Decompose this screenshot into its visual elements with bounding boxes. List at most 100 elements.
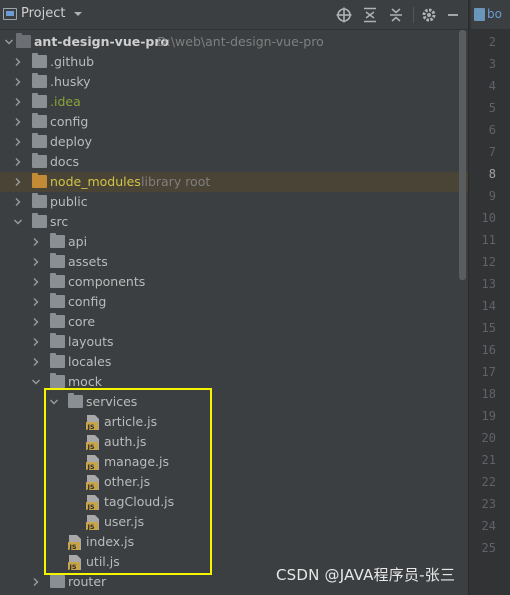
collapse-all-icon[interactable] [387, 6, 405, 24]
chevron-right-icon[interactable] [31, 337, 41, 347]
gear-icon[interactable] [420, 6, 438, 24]
tree-row-idea[interactable]: .idea [0, 92, 468, 112]
project-root-path: D:\web\ant-design-vue-pro [157, 34, 324, 49]
tree-row-core[interactable]: core [0, 312, 468, 332]
folder-icon [16, 33, 31, 48]
tree-item-label: router [68, 574, 107, 589]
chevron-right-icon[interactable] [31, 357, 41, 367]
line-number: 9 [488, 189, 496, 203]
chevron-right-icon[interactable] [13, 157, 23, 167]
line-number: 8 [488, 167, 496, 181]
tree-row-locales[interactable]: locales [0, 352, 468, 372]
tree-scrollbar[interactable] [459, 30, 466, 595]
tree-item-label: config [68, 294, 107, 309]
folder-icon [32, 53, 47, 68]
tree-item-label: src [50, 214, 69, 229]
tree-item-label: deploy [50, 134, 93, 149]
chevron-right-icon[interactable] [31, 257, 41, 267]
tree-row-layouts[interactable]: layouts [0, 332, 468, 352]
tree-row-husky[interactable]: .husky [0, 72, 468, 92]
tree-item-label: assets [68, 254, 108, 269]
tree-row-api[interactable]: api [0, 232, 468, 252]
line-number: 21 [481, 453, 496, 467]
line-number: 3 [488, 57, 496, 71]
tree-item-label: node_modules [50, 174, 141, 189]
line-number: 24 [481, 519, 496, 533]
folder-icon [50, 273, 65, 288]
chevron-right-icon[interactable] [31, 577, 41, 587]
line-number: 4 [488, 79, 496, 93]
chevron-right-icon[interactable] [13, 197, 23, 207]
chevron-right-icon[interactable] [13, 57, 23, 67]
folder-icon [32, 213, 47, 228]
line-number: 11 [481, 233, 496, 247]
folder-icon [32, 133, 47, 148]
line-number: 22 [481, 475, 496, 489]
tree-row-github[interactable]: .github [0, 52, 468, 72]
editor-tab[interactable]: bo [471, 0, 510, 30]
tree-row-docs[interactable]: docs [0, 152, 468, 172]
tree-item-label: api [68, 234, 88, 249]
tree-row-src[interactable]: src [0, 212, 468, 232]
chevron-right-icon[interactable] [31, 297, 41, 307]
watermark-text: CSDN @JAVA程序员-张三 [276, 566, 456, 584]
line-number: 25 [481, 541, 496, 555]
folder-icon [32, 93, 47, 108]
line-number: 19 [481, 409, 496, 423]
line-number: 17 [481, 365, 496, 379]
line-number: 16 [481, 343, 496, 357]
chevron-down-icon[interactable] [4, 37, 14, 47]
folder-icon [32, 113, 47, 128]
chevron-down-icon[interactable] [13, 217, 23, 227]
line-number: 5 [488, 101, 496, 115]
chevron-right-icon[interactable] [13, 77, 23, 87]
chevron-right-icon[interactable] [31, 237, 41, 247]
tree-item-label: .husky [50, 74, 91, 89]
folder-icon [32, 193, 47, 208]
line-number: 12 [481, 255, 496, 269]
project-root-name: ant-design-vue-pro [34, 34, 170, 49]
folder-icon [50, 233, 65, 248]
tree-row-public[interactable]: public [0, 192, 468, 212]
expand-all-icon[interactable] [361, 6, 379, 24]
line-number: 10 [481, 211, 496, 225]
chevron-right-icon[interactable] [13, 97, 23, 107]
line-number: 14 [481, 299, 496, 313]
chevron-right-icon[interactable] [13, 117, 23, 127]
tree-item-label: locales [68, 354, 112, 369]
tree-row-node-modules[interactable]: node_modules library root [0, 172, 468, 192]
annotation-highlight-box [44, 388, 212, 575]
line-number: 13 [481, 277, 496, 291]
line-number: 23 [481, 497, 496, 511]
chevron-right-icon[interactable] [31, 277, 41, 287]
tree-item-label: config [50, 114, 89, 129]
hide-minus-icon[interactable] [444, 6, 462, 24]
line-number: 20 [481, 431, 496, 445]
file-icon [474, 8, 485, 21]
tree-row-deploy[interactable]: deploy [0, 132, 468, 152]
chevron-down-icon[interactable] [72, 8, 84, 20]
folder-icon [50, 293, 65, 308]
tree-row-components[interactable]: components [0, 272, 468, 292]
folder-icon [32, 153, 47, 168]
project-view-title[interactable]: Project [21, 6, 65, 21]
tree-row-root[interactable]: ant-design-vue-pro D:\web\ant-design-vue… [0, 32, 468, 52]
chevron-right-icon[interactable] [31, 317, 41, 327]
line-number: 18 [481, 387, 496, 401]
chevron-right-icon[interactable] [13, 177, 23, 187]
folder-icon [32, 173, 47, 188]
locate-target-icon[interactable] [335, 6, 353, 24]
library-root-hint: library root [141, 174, 211, 189]
tree-row-config[interactable]: config [0, 112, 468, 132]
folder-icon [50, 573, 65, 588]
tree-row-src-config[interactable]: config [0, 292, 468, 312]
editor-gutter: bo 2 3 4 5 6 7 8 9 10 11 12 13 14 15 16 17 18 19 20 21 22 23 2… [468, 0, 510, 595]
tree-row-assets[interactable]: assets [0, 252, 468, 272]
chevron-down-icon[interactable] [31, 377, 41, 387]
tree-item-label: public [50, 194, 88, 209]
folder-icon [50, 373, 65, 388]
tree-item-label: core [68, 314, 96, 329]
line-number: 2 [488, 35, 496, 49]
scrollbar-thumb[interactable] [459, 30, 466, 280]
chevron-right-icon[interactable] [13, 137, 23, 147]
